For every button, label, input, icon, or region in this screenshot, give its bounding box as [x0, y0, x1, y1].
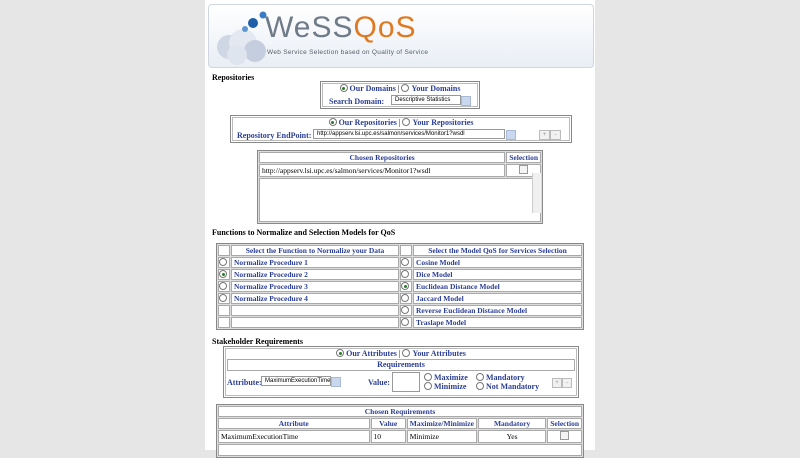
model-radio[interactable] — [401, 270, 409, 278]
repository-selector: Our Repositories | Your Repositories Rep… — [230, 115, 572, 143]
search-domain-label: Search Domain: — [329, 97, 385, 106]
column-header: Attribute — [218, 418, 370, 429]
normalize-radio[interactable] — [219, 270, 227, 278]
value-input[interactable] — [392, 372, 420, 392]
normalize-header: Select the Function to Normalize your Da… — [231, 245, 399, 256]
requirement-direction: Minimize — [406, 430, 477, 443]
dropdown-arrow-icon[interactable] — [331, 377, 341, 387]
column-header: Selection — [547, 418, 582, 429]
model-radio[interactable] — [401, 306, 409, 314]
marker-cell — [218, 317, 230, 328]
mandatory-radio[interactable] — [476, 373, 484, 381]
model-radio[interactable] — [401, 318, 409, 326]
model-option: Traslape Model — [413, 317, 582, 328]
add-repository-button[interactable]: + — [539, 130, 550, 140]
marker-cell — [218, 305, 230, 316]
our-attributes-radio[interactable] — [336, 349, 345, 357]
requirement-mandatory: Yes — [477, 430, 547, 443]
normalize-option: Normalize Procedure 2 — [231, 269, 399, 280]
requirements-form: Our Attributes | Your Attributes Require… — [223, 346, 579, 398]
repository-row: http://appserv.lsi.upc.es/salmon/service… — [259, 164, 506, 177]
separator: | — [397, 84, 400, 93]
column-header: Selection — [506, 152, 541, 163]
normalize-option — [231, 305, 399, 316]
attribute-label: Attribute: — [227, 378, 262, 387]
empty-area — [218, 444, 582, 456]
model-option: Euclidean Distance Model — [413, 281, 582, 292]
column-header: Value — [370, 418, 406, 429]
separator: | — [398, 349, 401, 358]
model-radio[interactable] — [401, 282, 409, 290]
chosen-repositories-table: Chosen Repositories Selection http://apps… — [257, 150, 543, 224]
functions-table: Select the Function to Normalize your Da… — [216, 243, 584, 330]
remove-repository-button[interactable]: - — [550, 130, 561, 140]
model-option: Reverse Euclidean Distance Model — [413, 305, 582, 316]
search-domain-select[interactable]: Descriptive Statistics — [391, 95, 461, 105]
clouds-logo-icon — [217, 11, 267, 65]
our-domains-radio[interactable] — [339, 84, 348, 92]
maximize-radio[interactable] — [424, 373, 432, 381]
separator: | — [398, 118, 401, 127]
your-repositories-label: Your Repositories — [412, 118, 474, 127]
marker-cell — [400, 245, 412, 256]
requirement-value: 10 — [370, 430, 406, 443]
not-mandatory-label: Not Mandatory — [486, 382, 540, 391]
column-header: Mandatory — [477, 418, 547, 429]
domain-selector: Our Domains | Your Domains Search Domain… — [320, 81, 480, 109]
our-attributes-label: Our Attributes — [346, 349, 397, 358]
attribute-select[interactable]: MaximumExecutionTime — [261, 376, 331, 386]
minimize-label: Minimize — [434, 382, 467, 391]
your-domains-radio[interactable] — [401, 84, 410, 92]
remove-requirement-button[interactable]: - — [562, 378, 572, 388]
dropdown-arrow-icon[interactable] — [461, 96, 471, 106]
normalize-radio[interactable] — [219, 258, 227, 266]
our-repositories-radio[interactable] — [328, 118, 337, 126]
model-radio[interactable] — [401, 258, 409, 266]
repository-endpoint-label: Repository EndPoint: — [237, 131, 312, 140]
repository-endpoint-select[interactable]: http://appserv.lsi.upc.es/salmon/service… — [313, 129, 505, 139]
add-requirement-button[interactable]: + — [552, 378, 562, 388]
logo-banner: WeSSQoS Web Service Selection based on Q… — [208, 4, 594, 68]
repositories-heading: Repositories — [212, 73, 255, 82]
maximize-label: Maximize — [434, 373, 468, 382]
column-header: Maximize/Minimize — [406, 418, 477, 429]
model-option: Dice Model — [413, 269, 582, 280]
functions-heading: Functions to Normalize and Selection Mod… — [212, 228, 396, 237]
model-header: Select the Model QoS for Services Select… — [413, 245, 582, 256]
your-attributes-radio[interactable] — [402, 349, 411, 357]
dropdown-arrow-icon[interactable] — [506, 130, 516, 140]
normalize-option: Normalize Procedure 3 — [231, 281, 399, 292]
normalize-radio[interactable] — [219, 294, 227, 302]
logo-subtitle: Web Service Selection based on Quality o… — [267, 49, 429, 56]
normalize-radio[interactable] — [219, 282, 227, 290]
your-attributes-label: Your Attributes — [412, 349, 466, 358]
minimize-radio[interactable] — [424, 382, 432, 390]
model-option: Cosine Model — [413, 257, 582, 268]
your-repositories-radio[interactable] — [402, 118, 411, 126]
empty-area — [259, 178, 541, 222]
model-option: Jaccard Model — [413, 293, 582, 304]
value-label: Value: — [368, 378, 390, 387]
our-repositories-label: Our Repositories — [338, 118, 397, 127]
stakeholder-heading: Stakeholder Requirements — [212, 337, 304, 346]
marker-cell — [218, 245, 230, 256]
table-row: MaximumExecutionTime 10 Minimize Yes — [218, 430, 582, 443]
repository-selection-checkbox[interactable] — [519, 165, 529, 174]
model-radio[interactable] — [401, 294, 409, 302]
your-domains-label: Your Domains — [411, 84, 461, 93]
not-mandatory-radio[interactable] — [476, 382, 484, 390]
mandatory-label: Mandatory — [486, 373, 525, 382]
our-domains-label: Our Domains — [349, 84, 396, 93]
column-header: Chosen Repositories — [259, 152, 506, 163]
page: WeSSQoS Web Service Selection based on Q… — [205, 0, 595, 458]
normalize-option — [231, 317, 399, 328]
chosen-requirements-header: Chosen Requirements — [218, 406, 582, 417]
requirement-attribute: MaximumExecutionTime — [218, 430, 370, 443]
requirement-selection-checkbox[interactable] — [560, 431, 570, 440]
normalize-option: Normalize Procedure 4 — [231, 293, 399, 304]
scrollbar[interactable] — [532, 173, 541, 213]
requirements-header: Requirements — [227, 359, 575, 371]
logo-title: WeSSQoS — [265, 11, 417, 44]
normalize-option: Normalize Procedure 1 — [231, 257, 399, 268]
